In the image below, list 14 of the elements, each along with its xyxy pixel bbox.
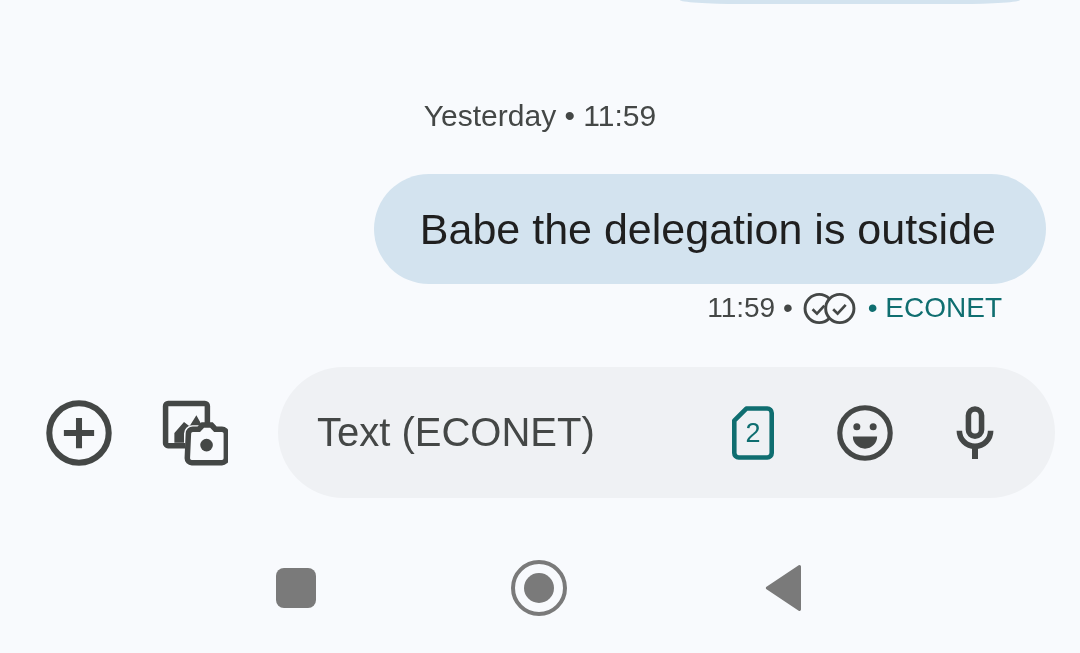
timestamp-divider: Yesterday • 11:59 bbox=[423, 99, 657, 133]
emoji-icon[interactable] bbox=[837, 404, 893, 461]
message-time: 11:59 • bbox=[707, 291, 793, 325]
recents-icon[interactable] bbox=[275, 568, 316, 608]
carrier-label: • ECONET bbox=[867, 291, 1002, 325]
add-icon[interactable] bbox=[46, 399, 112, 466]
microphone-icon[interactable] bbox=[956, 406, 994, 459]
sim-card-icon[interactable]: 2 bbox=[732, 405, 774, 460]
message-bubble: Babe the delegation is outside bbox=[373, 174, 1046, 284]
back-icon[interactable] bbox=[764, 564, 803, 612]
message-field[interactable]: Text (ECONET) 2 bbox=[278, 367, 1055, 498]
home-icon[interactable] bbox=[510, 560, 567, 616]
sim-number: 2 bbox=[744, 416, 762, 449]
image-camera-icon[interactable] bbox=[162, 399, 228, 466]
